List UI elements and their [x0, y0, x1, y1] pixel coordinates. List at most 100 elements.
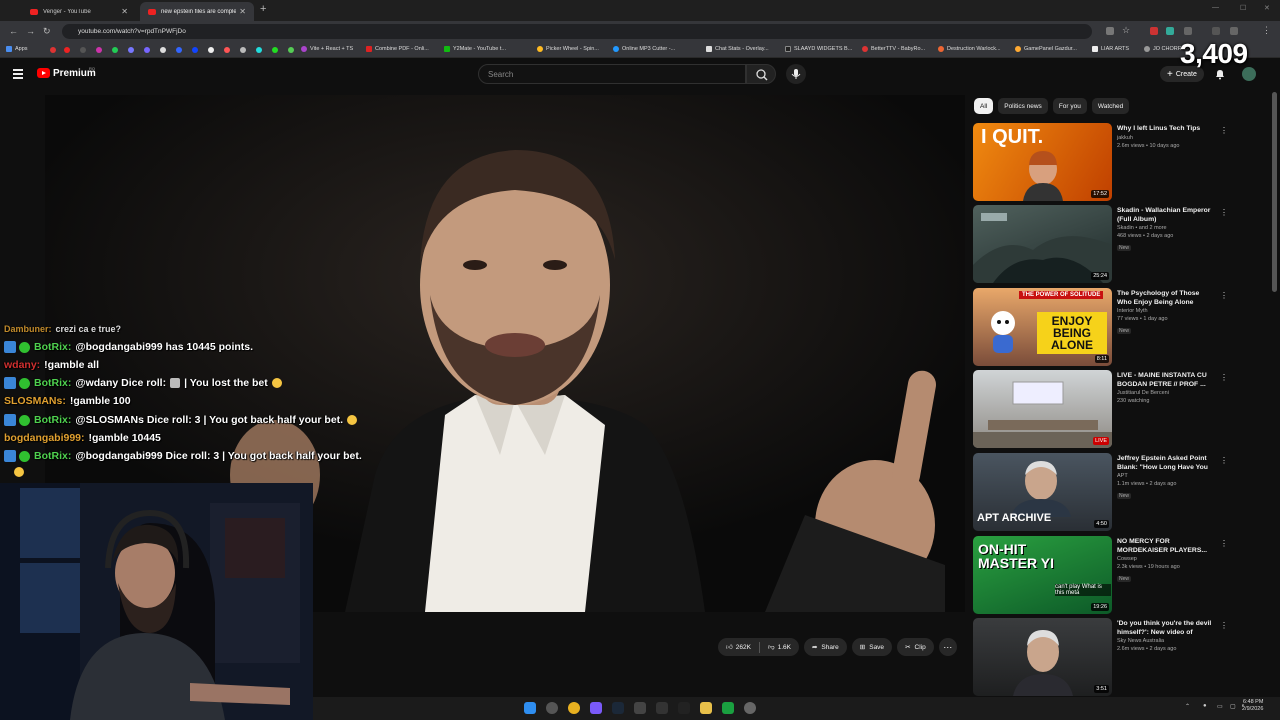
- reload-icon[interactable]: ↻: [43, 26, 51, 37]
- bookmark-icon[interactable]: [50, 47, 56, 53]
- channel-name[interactable]: jakkuh: [1117, 134, 1215, 142]
- forward-icon[interactable]: →: [26, 26, 35, 36]
- bookmark-item[interactable]: GamePanel Gazdur...: [1015, 46, 1077, 52]
- search-input[interactable]: Search: [478, 64, 746, 84]
- video-title[interactable]: Why I left Linus Tech Tips: [1117, 125, 1215, 134]
- app-icon[interactable]: [634, 702, 646, 714]
- video-thumbnail[interactable]: LIVE: [973, 370, 1112, 448]
- obs-icon[interactable]: [744, 702, 756, 714]
- video-thumbnail[interactable]: 25:24: [973, 205, 1112, 283]
- close-tab-icon[interactable]: ✕: [121, 7, 128, 16]
- video-options-icon[interactable]: ⋮: [1220, 456, 1228, 465]
- bookmark-icon[interactable]: [112, 47, 118, 53]
- close-tab-icon[interactable]: ✕: [239, 7, 246, 16]
- video-title[interactable]: Skadin - Wallachian Emperor (Full Album): [1117, 207, 1215, 224]
- recommended-video[interactable]: 25:24 Skadin - Wallachian Emperor (Full …: [973, 205, 1228, 283]
- extensions-puzzle-icon[interactable]: [1184, 27, 1192, 35]
- hamburger-menu-icon[interactable]: [13, 69, 23, 81]
- recommended-video[interactable]: ON-HIT MASTER YI can't play What is this…: [973, 536, 1228, 614]
- url-field[interactable]: youtube.com/watch?v=rpdTnPWFjDo: [62, 24, 1092, 39]
- video-thumbnail[interactable]: ON-HIT MASTER YI can't play What is this…: [973, 536, 1112, 614]
- video-thumbnail[interactable]: 3:51: [973, 618, 1112, 696]
- video-thumbnail[interactable]: APT ARCHIVE 4:50: [973, 453, 1112, 531]
- bookmark-item[interactable]: Picker Wheel - Spin...: [537, 46, 599, 52]
- install-icon[interactable]: [1106, 27, 1114, 35]
- bookmark-icon[interactable]: [80, 47, 86, 53]
- browser-tab-active[interactable]: new epstein files are completel ✕: [140, 2, 254, 21]
- channel-name[interactable]: APT: [1117, 472, 1215, 480]
- bookmark-icon[interactable]: [256, 47, 262, 53]
- search-button[interactable]: [746, 64, 776, 84]
- close-window-icon[interactable]: ✕: [1264, 4, 1270, 12]
- bookmark-icon[interactable]: [96, 47, 102, 53]
- bookmark-item[interactable]: BetterTTV - BabyRo...: [862, 46, 925, 52]
- bookmark-icon[interactable]: [272, 47, 278, 53]
- video-options-icon[interactable]: ⋮: [1220, 373, 1228, 382]
- start-menu-icon[interactable]: [524, 702, 536, 714]
- channel-name[interactable]: Skadin • and 2 more: [1117, 224, 1215, 232]
- extension-icon[interactable]: [1166, 27, 1174, 35]
- video-title[interactable]: NO MERCY FOR MORDEKAISER PLAYERS...: [1117, 538, 1215, 555]
- bookmark-item[interactable]: Chat Stats - Overlay...: [706, 46, 769, 52]
- bookmark-item[interactable]: Vite + React + TS: [301, 46, 353, 52]
- chip-for-you[interactable]: For you: [1052, 98, 1087, 114]
- recommended-video[interactable]: THE POWER OF SOLITUDE ENJOY BEING ALONE …: [973, 288, 1228, 366]
- bookmark-icon[interactable]: [160, 47, 166, 53]
- video-thumbnail[interactable]: I QUIT. 17:52: [973, 123, 1112, 201]
- bookmark-icon[interactable]: [64, 47, 70, 53]
- bookmark-icon[interactable]: [208, 47, 214, 53]
- steam-icon[interactable]: [612, 702, 624, 714]
- taskbar-search-icon[interactable]: [546, 702, 558, 714]
- page-scrollbar[interactable]: [1272, 92, 1277, 292]
- file-explorer-icon[interactable]: [700, 702, 712, 714]
- bookmark-item[interactable]: Y2Mate - YouTube t...: [444, 46, 506, 52]
- xbox-icon[interactable]: [722, 702, 734, 714]
- bookmark-icon[interactable]: [224, 47, 230, 53]
- video-title[interactable]: 'Do you think you're the devil himself?'…: [1117, 620, 1215, 637]
- channel-name[interactable]: Justitiarul De Berceni: [1117, 389, 1215, 397]
- bookmark-item[interactable]: Destruction Warlock...: [938, 46, 1001, 52]
- recommended-video[interactable]: I QUIT. 17:52 Why I left Linus Tech Tips…: [973, 123, 1228, 201]
- recommended-video[interactable]: 3:51 'Do you think you're the devil hims…: [973, 618, 1228, 696]
- bookmark-item[interactable]: SLAAYD WIDGETS B...: [785, 46, 852, 52]
- extension-icon[interactable]: [1150, 27, 1158, 35]
- video-options-icon[interactable]: ⋮: [1220, 621, 1228, 630]
- bookmark-item[interactable]: Online MP3 Cutter -...: [613, 46, 675, 52]
- app-icon[interactable]: [656, 702, 668, 714]
- bookmark-icon[interactable]: [128, 47, 134, 53]
- video-options-icon[interactable]: ⋮: [1220, 208, 1228, 217]
- youtube-logo-icon[interactable]: [37, 68, 50, 78]
- back-icon[interactable]: ←: [9, 26, 18, 36]
- bookmark-icon[interactable]: [288, 47, 294, 53]
- bookmark-item[interactable]: Combine PDF - Onli...: [366, 46, 429, 52]
- chip-watched[interactable]: Watched: [1091, 98, 1130, 114]
- download-icon[interactable]: [1212, 27, 1220, 35]
- video-title[interactable]: LIVE - MAINE INSTANTA CU BOGDAN PETRE //…: [1117, 372, 1215, 389]
- tray-app-icon[interactable]: ●: [1203, 703, 1207, 709]
- display-icon[interactable]: ▭: [1217, 703, 1223, 710]
- bookmark-icon[interactable]: [144, 47, 150, 53]
- clip-button[interactable]: ✂ Clip: [897, 638, 934, 656]
- new-tab-button[interactable]: +: [260, 3, 266, 15]
- save-button[interactable]: ⊞ Save: [851, 638, 893, 656]
- video-thumbnail[interactable]: THE POWER OF SOLITUDE ENJOY BEING ALONE …: [973, 288, 1112, 366]
- channel-name[interactable]: Sky News Australia: [1117, 637, 1215, 645]
- bookmark-icon[interactable]: [192, 47, 198, 53]
- browser-menu-icon[interactable]: ⋮: [1262, 25, 1271, 36]
- video-options-icon[interactable]: ⋮: [1220, 539, 1228, 548]
- more-actions-button[interactable]: ⋯: [938, 638, 957, 656]
- x-twitter-icon[interactable]: [678, 702, 690, 714]
- recommended-video[interactable]: APT ARCHIVE 4:50 Jeffrey Epstein Asked P…: [973, 453, 1228, 531]
- video-title[interactable]: The Psychology of Those Who Enjoy Being …: [1117, 290, 1215, 307]
- tray-chevron-icon[interactable]: ⌃: [1185, 703, 1190, 710]
- voice-search-button[interactable]: [786, 64, 806, 84]
- like-button[interactable]: 👍︎ 262K: [726, 643, 751, 652]
- bookmark-icon[interactable]: [240, 47, 246, 53]
- profile-icon[interactable]: [1230, 27, 1238, 35]
- video-options-icon[interactable]: ⋮: [1220, 291, 1228, 300]
- bookmark-apps[interactable]: Apps: [6, 46, 28, 52]
- chip-politics-news[interactable]: Politics news: [998, 98, 1048, 114]
- channel-name[interactable]: Interior Myth: [1117, 307, 1215, 315]
- recommended-video[interactable]: LIVE LIVE - MAINE INSTANTA CU BOGDAN PET…: [973, 370, 1228, 448]
- taskbar-clock[interactable]: 6:48 PM 2/9/2026: [1242, 699, 1263, 713]
